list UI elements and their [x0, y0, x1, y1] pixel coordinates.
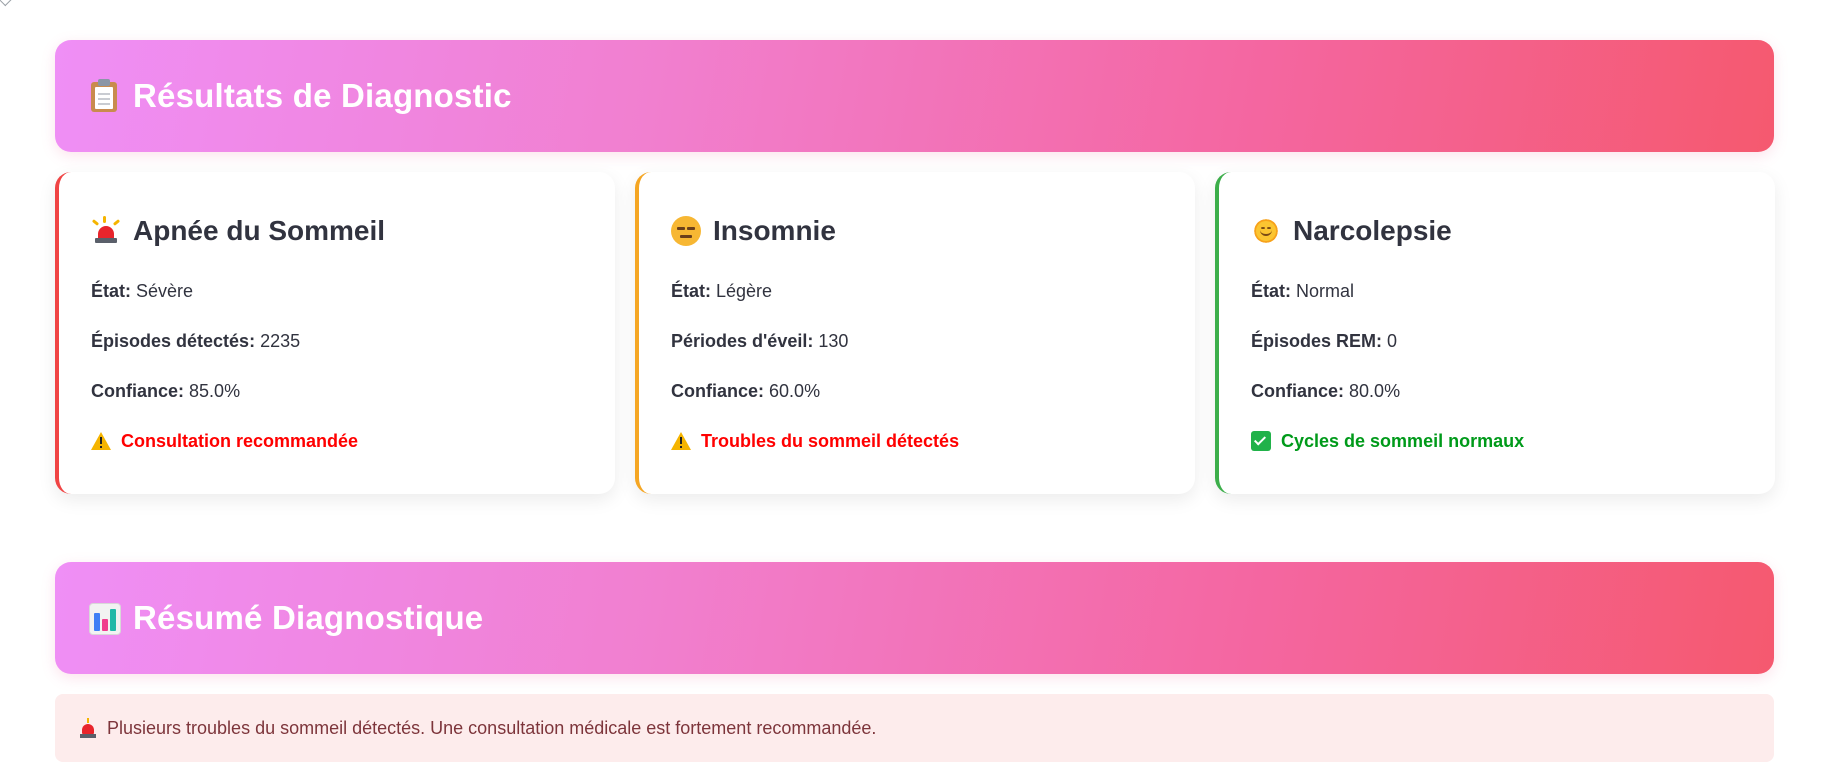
wake-periods-row: Périodes d'éveil: 130 [671, 330, 1165, 352]
card-insomnia: Insomnie État: Légère Périodes d'éveil: … [635, 172, 1195, 494]
clipboard-icon [89, 79, 119, 113]
summary-header-banner: Résumé Diagnostique [55, 562, 1774, 674]
card-alert: Consultation recommandée [91, 430, 585, 452]
rem-episodes-row: Épisodes REM: 0 [1251, 330, 1745, 352]
summary-title: Résumé Diagnostique [133, 599, 484, 636]
expressionless-face-icon [671, 216, 701, 246]
alert-text: Troubles du sommeil détectés [701, 431, 960, 451]
state-label: État: [91, 281, 131, 301]
card-title-text: Apnée du Sommeil [133, 215, 386, 246]
confidence-value: 85.0% [189, 381, 241, 401]
state-value: Normal [1296, 281, 1355, 301]
siren-icon [79, 718, 97, 738]
state-value: Sévère [136, 281, 194, 301]
check-icon [1251, 431, 1271, 451]
state-label: État: [1251, 281, 1291, 301]
episodes-row: Épisodes détectés: 2235 [91, 330, 585, 352]
rem-episodes-value: 0 [1387, 331, 1398, 351]
card-title: Apnée du Sommeil [91, 210, 585, 252]
state-label: État: [671, 281, 711, 301]
siren-icon [91, 216, 121, 246]
wake-periods-label: Périodes d'éveil: [671, 331, 814, 351]
confidence-value: 80.0% [1349, 381, 1401, 401]
results-title: Résultats de Diagnostic [133, 77, 512, 114]
warning-icon [91, 431, 111, 451]
state-row: État: Sévère [91, 280, 585, 302]
results-header-banner: Résultats de Diagnostic [55, 40, 1774, 152]
state-row: État: Légère [671, 280, 1165, 302]
card-alert: Troubles du sommeil détectés [671, 430, 1165, 452]
confidence-label: Confiance: [671, 381, 765, 401]
confidence-row: Confiance: 80.0% [1251, 380, 1745, 402]
card-alert: Cycles de sommeil normaux [1251, 430, 1745, 452]
alert-text: Consultation recommandée [121, 431, 359, 451]
state-value: Légère [716, 281, 773, 301]
card-sleep-apnea: Apnée du Sommeil État: Sévère Épisodes d… [55, 172, 615, 494]
confidence-value: 60.0% [769, 381, 821, 401]
card-title-text: Narcolepsie [1293, 215, 1452, 246]
sun-face-icon [1251, 216, 1281, 246]
episodes-value: 2235 [260, 331, 301, 351]
confidence-label: Confiance: [91, 381, 185, 401]
rem-episodes-label: Épisodes REM: [1251, 331, 1383, 351]
card-title: Insomnie [671, 210, 1165, 252]
confidence-row: Confiance: 60.0% [671, 380, 1165, 402]
alert-text: Cycles de sommeil normaux [1281, 431, 1525, 451]
card-title-text: Insomnie [713, 215, 836, 246]
state-row: État: Normal [1251, 280, 1745, 302]
episodes-label: Épisodes détectés: [91, 331, 256, 351]
card-title: Narcolepsie [1251, 210, 1745, 252]
confidence-row: Confiance: 85.0% [91, 380, 585, 402]
wake-periods-value: 130 [818, 331, 849, 351]
confidence-label: Confiance: [1251, 381, 1345, 401]
summary-alert: Plusieurs troubles du sommeil détectés. … [55, 694, 1774, 762]
diagnostic-cards: Apnée du Sommeil État: Sévère Épisodes d… [55, 172, 1775, 494]
bar-chart-icon [89, 601, 121, 635]
summary-message-text: Plusieurs troubles du sommeil détectés. … [107, 717, 877, 738]
card-narcolepsy: Narcolepsie État: Normal Épisodes REM: 0… [1215, 172, 1775, 494]
chevron-icon [0, 0, 16, 7]
warning-icon [671, 431, 691, 451]
